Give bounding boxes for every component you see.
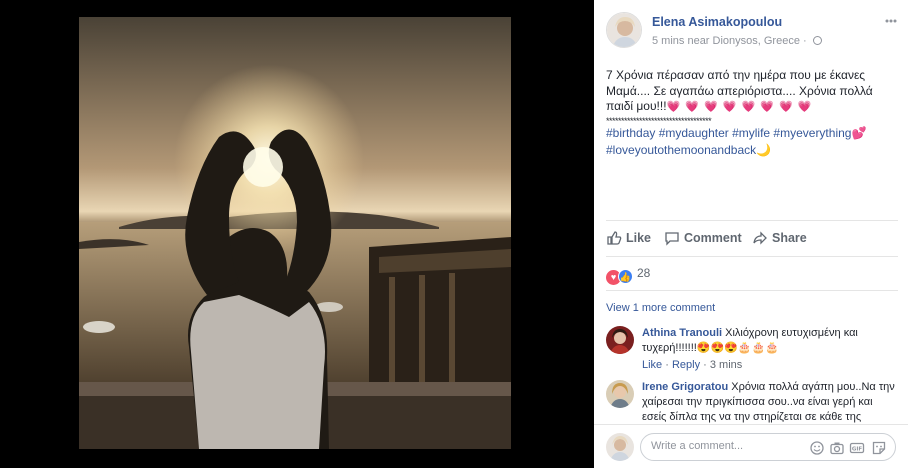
comment-item: Athina Tranouli Χιλιόχρονη ευτυχισμένη κ… [606,326,898,374]
post-meta: 5 mins near Dionysos, Greece · [652,35,822,47]
post-line-3: παιδί μου!!!💗 💗 💗 💗 💗 💗 💗 💗 [606,99,898,116]
comment-input[interactable] [651,440,801,452]
view-more-comments-link[interactable]: View 1 more comment [606,302,715,314]
reaction-count: 28 [637,266,651,280]
post-text: 7 Χρόνια πέρασαν από την ημέρα που με έκ… [606,68,898,159]
emoji-icon[interactable] [809,440,825,456]
post-line-3-text: παιδί μου!!! [606,99,667,114]
comment-body: Irene Grigoratou Χρόνια πολλά αγάπη μου.… [642,380,898,424]
thumbs-up-icon [607,231,622,245]
moon-emoji: 🌙 [756,143,772,158]
svg-text:GIF: GIF [852,447,863,453]
post-photo[interactable] [79,17,511,449]
author-avatar[interactable] [606,12,642,48]
post-meta-text[interactable]: 5 mins near Dionysos, Greece · [652,35,810,47]
comment-reply-link[interactable]: Reply [672,359,700,371]
hashtags-1[interactable]: #birthday #mydaughter #mylife #myeveryth… [606,126,851,140]
photo-viewer [0,0,594,468]
share-label: Share [772,231,807,245]
hearts-emoji: 💗 💗 💗 💗 💗 💗 💗 💗 [666,101,813,114]
hashtags-line-1: #birthday #mydaughter #mylife #myeveryth… [606,126,898,142]
post-sidebar: Elena Asimakopoulou 5 mins near Dionysos… [594,0,908,468]
comment-button[interactable]: Comment [664,230,742,246]
camera-icon[interactable] [829,440,845,456]
reactions-summary[interactable]: ♥ 👍 28 [606,266,651,285]
commenter-avatar[interactable] [606,380,634,408]
hashtags-line-2: #loveyoutothemoonandback🌙 [606,143,898,159]
post-line-1: 7 Χρόνια πέρασαν από την ημέρα που με έκ… [606,68,866,82]
avatar-image [606,380,634,408]
current-user-avatar [606,433,634,461]
comment-label: Comment [684,231,742,245]
share-icon [753,231,767,245]
divider [606,256,898,257]
globe-icon [812,36,822,45]
commenter-name[interactable]: Athina Tranouli [642,327,722,339]
comment-icon [665,232,679,246]
comment-item: Irene Grigoratou Χρόνια πολλά αγάπη μου.… [606,380,898,424]
divider [606,290,898,291]
hashtags-2[interactable]: #loveyoutothemoonandback [606,143,756,157]
comment-time: 3 mins [709,359,743,371]
share-button[interactable]: Share [752,230,807,246]
like-button[interactable]: Like [606,230,651,246]
avatar-image [606,433,634,461]
comment-like-link[interactable]: Like [642,359,662,371]
comment-emoji: 😍😍😍🎂🎂🎂 [696,342,779,354]
divider [594,424,908,425]
avatar-image [606,326,634,354]
two-hearts-emoji: 💕 [851,125,867,140]
thumbs-up-icon: 👍 [618,269,633,284]
more-options-glyph [885,19,897,23]
like-label: Like [626,231,652,245]
divider [606,220,898,221]
gif-icon[interactable]: GIF [849,440,865,456]
sunset-photo [79,17,511,449]
author-name[interactable]: Elena Asimakopoulou [652,15,782,29]
post-header: Elena Asimakopoulou 5 mins near Dionysos… [606,12,898,52]
stars-line: *********************************** [606,115,712,126]
comment-body: Athina Tranouli Χιλιόχρονη ευτυχισμένη κ… [642,326,898,373]
sticker-icon[interactable] [871,440,887,456]
commenter-name[interactable]: Irene Grigoratou [642,381,728,393]
comment-meta: Like · Reply · 3 mins [642,359,743,371]
action-bar: Like Comment Share [606,226,898,250]
more-options-icon[interactable] [884,14,898,28]
comment-composer: GIF [594,424,908,468]
commenter-avatar[interactable] [606,326,634,354]
post-line-2: Μαμά.... Σε αγαπάω απεριόριστα.... Χρόνι… [606,83,873,98]
comment-input-box[interactable]: GIF [640,433,896,461]
avatar-image [607,13,641,47]
